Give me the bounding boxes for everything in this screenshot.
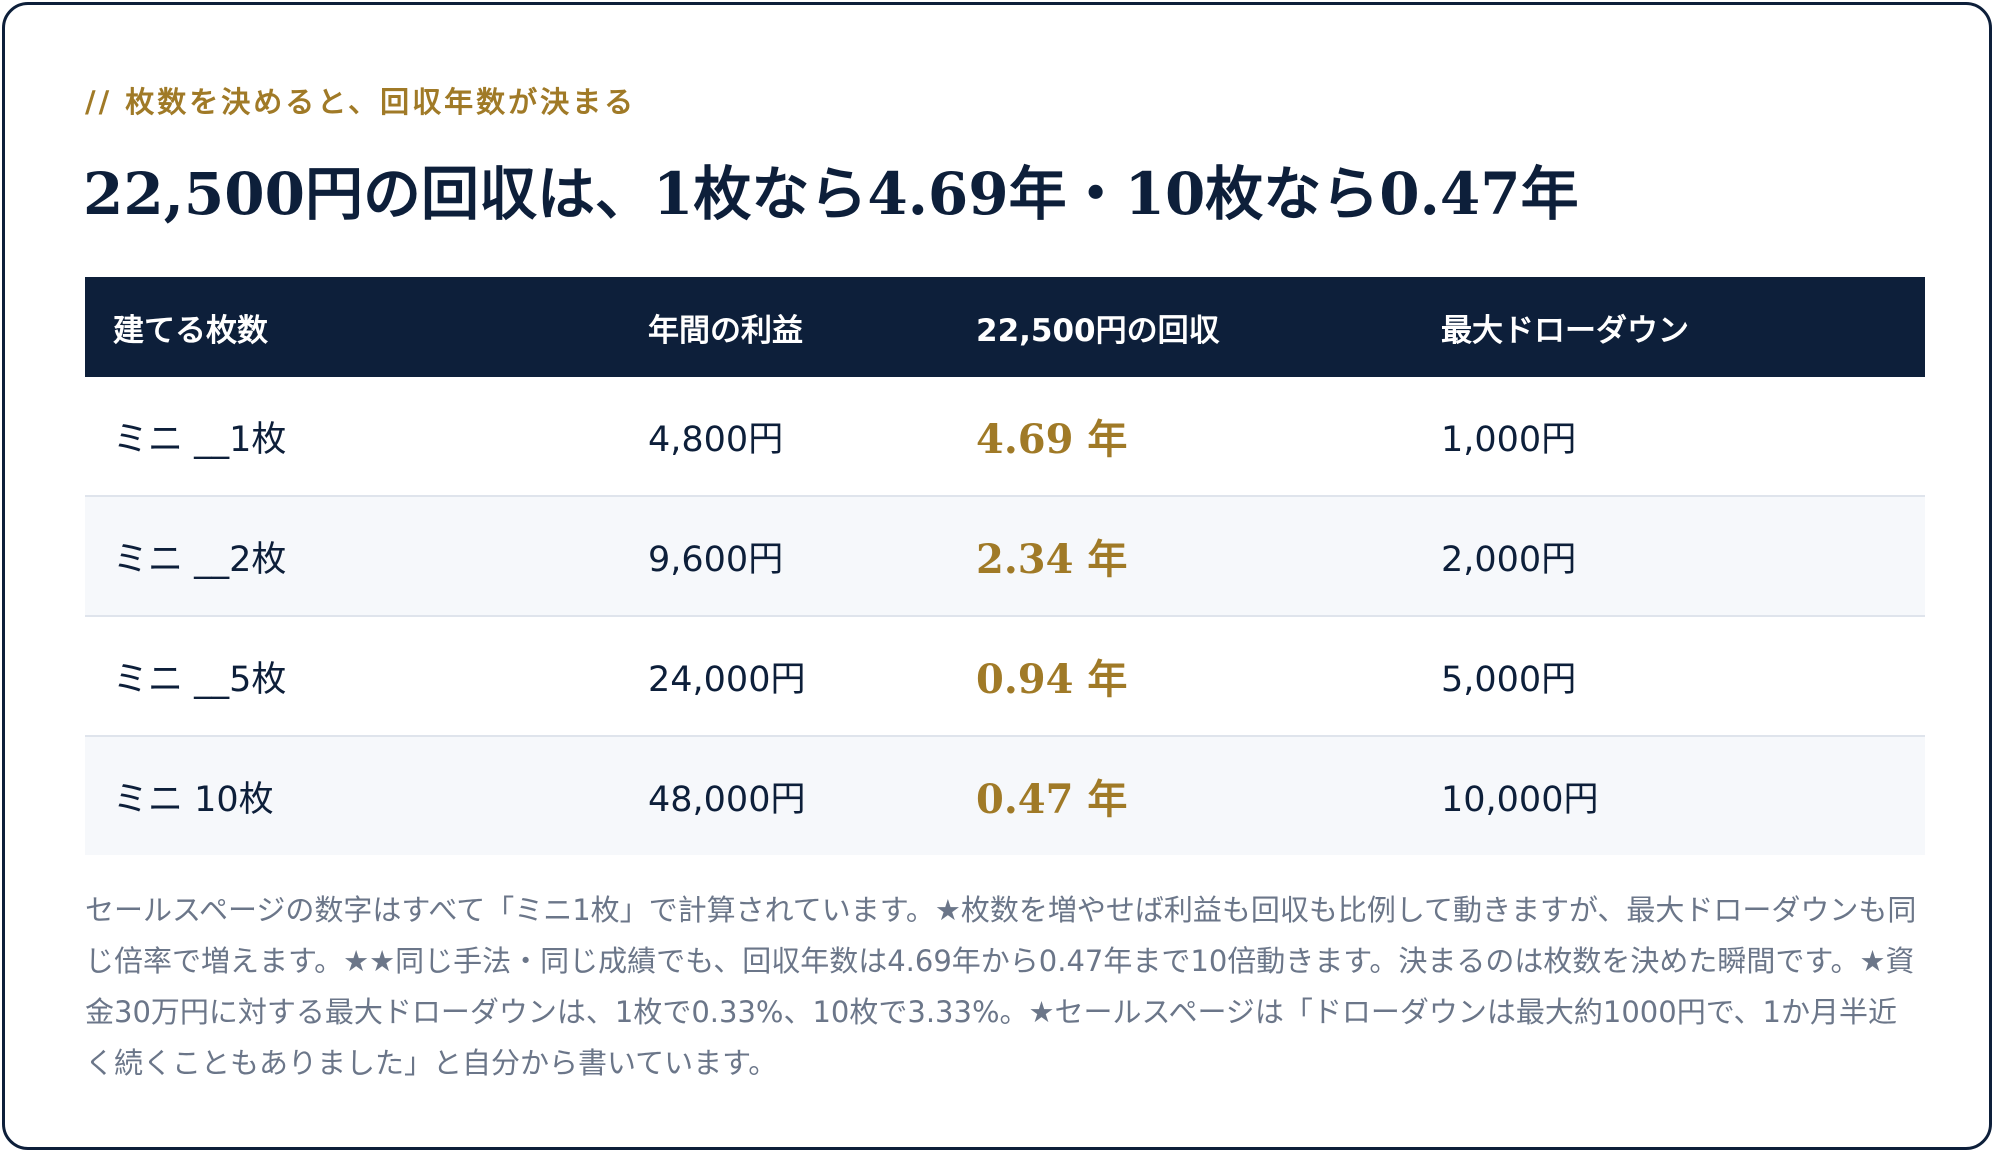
header-lots: 建てる枚数 (85, 277, 620, 377)
header-drawdown: 最大ドローダウン (1413, 277, 1925, 377)
header-profit: 年間の利益 (620, 277, 948, 377)
card: // 枚数を決めると、回収年数が決まる 22,500円の回収は、1枚なら4.69… (2, 2, 1992, 1150)
payback-value: 0.94 (976, 656, 1074, 703)
cell-lots: ミニ __1枚 (85, 377, 620, 497)
cell-drawdown: 2,000円 (1413, 496, 1925, 617)
payback-value: 4.69 (976, 416, 1074, 463)
cell-drawdown: 10,000円 (1413, 736, 1925, 855)
table-row: ミニ __2枚 9,600円 2.34 年 2,000円 (85, 496, 1925, 617)
cell-payback: 4.69 年 (948, 377, 1413, 497)
cell-profit: 4,800円 (620, 377, 948, 497)
cell-lots: ミニ __5枚 (85, 616, 620, 737)
cell-drawdown: 5,000円 (1413, 616, 1925, 737)
eyebrow-label: // 枚数を決めると、回収年数が決まる (85, 85, 637, 119)
payback-unit: 年 (1087, 536, 1128, 583)
header-payback: 22,500円の回収 (948, 277, 1413, 377)
payback-value: 2.34 (976, 536, 1074, 583)
table-row: ミニ __5枚 24,000円 0.94 年 5,000円 (85, 616, 1925, 737)
payback-unit: 年 (1087, 656, 1128, 703)
table-header-row: 建てる枚数 年間の利益 22,500円の回収 最大ドローダウン (85, 277, 1925, 377)
cell-profit: 48,000円 (620, 736, 948, 855)
table-row: ミニ 10枚 48,000円 0.47 年 10,000円 (85, 736, 1925, 855)
payback-table: 建てる枚数 年間の利益 22,500円の回収 最大ドローダウン ミニ __1枚 … (85, 277, 1925, 855)
cell-drawdown: 1,000円 (1413, 377, 1925, 497)
cell-payback: 0.94 年 (948, 616, 1413, 737)
payback-unit: 年 (1087, 776, 1128, 823)
cell-profit: 24,000円 (620, 616, 948, 737)
table-row: ミニ __1枚 4,800円 4.69 年 1,000円 (85, 377, 1925, 497)
cell-lots: ミニ 10枚 (85, 736, 620, 855)
cell-payback: 0.47 年 (948, 736, 1413, 855)
cell-lots: ミニ __2枚 (85, 496, 620, 617)
payback-value: 0.47 (976, 776, 1074, 823)
page-title: 22,500円の回収は、1枚なら4.69年・10枚なら0.47年 (83, 160, 1579, 228)
cell-profit: 9,600円 (620, 496, 948, 617)
cell-payback: 2.34 年 (948, 496, 1413, 617)
footnote-text: セールスページの数字はすべて「ミニ1枚」で計算されています。★枚数を増やせば利益… (85, 893, 1917, 1080)
payback-unit: 年 (1087, 416, 1128, 463)
